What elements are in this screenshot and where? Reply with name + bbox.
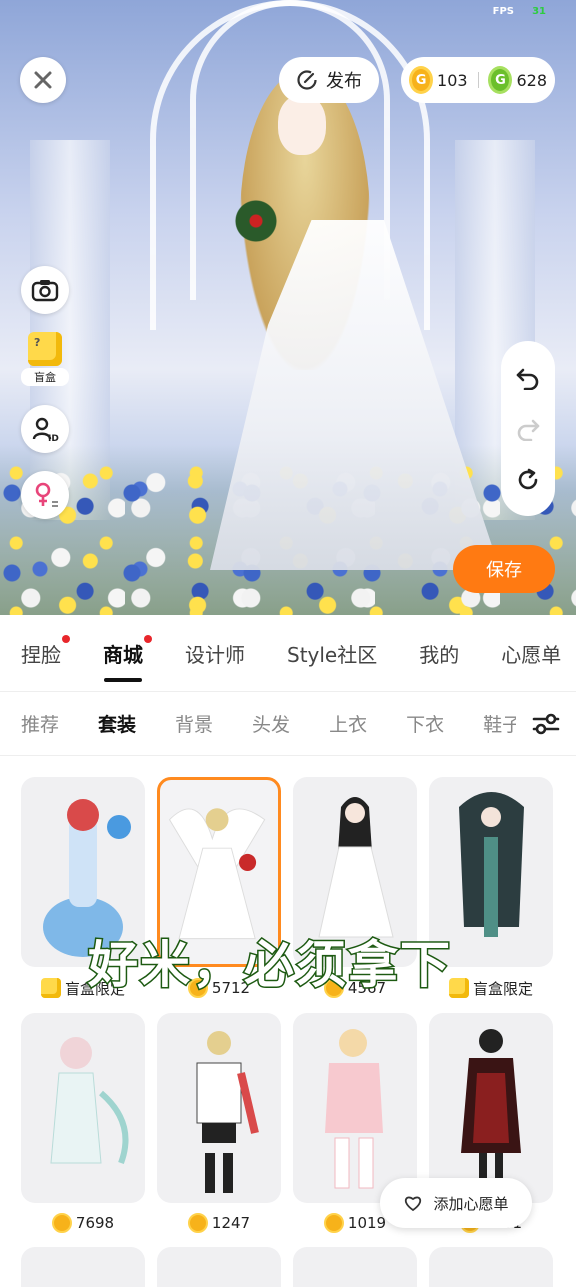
character-bouquet [235, 200, 277, 242]
tab-style-community[interactable]: Style社区 [266, 639, 398, 668]
gold-coin-count: 103 [437, 70, 468, 90]
avatar-character[interactable] [150, 70, 500, 590]
close-button[interactable] [20, 57, 66, 103]
filter-button[interactable] [516, 692, 576, 755]
outfit-thumbnail [325, 1029, 383, 1189]
category-top[interactable]: 上衣 [308, 710, 385, 737]
outfit-thumbnail [461, 1029, 521, 1193]
gold-coin-icon [51, 1213, 72, 1233]
save-button[interactable]: 保存 [453, 545, 555, 593]
character-face [278, 95, 326, 155]
fps-value: 31 [532, 6, 546, 17]
tab-shop[interactable]: 商城 [82, 634, 164, 682]
blindbox-label: 盲盒 [21, 368, 69, 386]
tab-designer[interactable]: 设计师 [164, 639, 266, 668]
reset-icon[interactable] [515, 467, 541, 493]
id-card-icon: ID [32, 417, 59, 443]
green-coin-count: 628 [516, 70, 547, 90]
category-background[interactable]: 背景 [154, 710, 231, 737]
category-hair[interactable]: 头发 [231, 710, 308, 737]
tab-wishlist[interactable]: 心愿单 [480, 639, 576, 668]
outfit-card[interactable] [21, 1247, 145, 1287]
outfit-card[interactable] [293, 1247, 417, 1287]
gender-button[interactable] [21, 471, 69, 519]
tab-face[interactable]: 捏脸 [0, 634, 82, 668]
outfit-card[interactable] [293, 1013, 417, 1203]
item-price: 7698 [21, 1210, 145, 1236]
blindbox-button[interactable]: ? 盲盒 [21, 332, 69, 388]
camera-icon [31, 280, 59, 302]
gold-coin-icon: G [409, 66, 434, 94]
outfit-thumbnail [50, 1037, 129, 1165]
currency-display[interactable]: G 103 G 628 [401, 57, 555, 103]
item-price: 1247 [157, 1210, 281, 1236]
category-bottom[interactable]: 下衣 [385, 710, 462, 737]
history-controls [501, 341, 555, 516]
active-tab-indicator [104, 677, 142, 682]
fps-label: FPS [492, 6, 514, 17]
publish-icon [297, 70, 317, 90]
blindbox-icon: ? [28, 332, 62, 366]
outfit-card[interactable] [21, 1013, 145, 1203]
gold-coin-icon [323, 1213, 344, 1233]
outfit-card[interactable] [157, 1013, 281, 1203]
outfit-card[interactable] [429, 1013, 553, 1203]
publish-button[interactable]: 发布 [279, 57, 379, 103]
undo-icon[interactable] [515, 364, 541, 390]
id-button[interactable]: ID [21, 405, 69, 453]
redo-icon[interactable] [515, 415, 541, 442]
add-to-wishlist-button[interactable]: 添加心愿单 [380, 1178, 532, 1228]
blindbox-icon [40, 978, 61, 998]
camera-button[interactable] [21, 266, 69, 314]
video-caption: 好米，必须拿下 [87, 935, 452, 996]
wishlist-label: 添加心愿单 [433, 1194, 509, 1213]
outfit-thumbnail [196, 1031, 259, 1193]
category-recommend[interactable]: 推荐 [0, 710, 77, 737]
notification-dot [62, 634, 70, 643]
close-icon [34, 71, 52, 89]
svg-text:ID: ID [48, 434, 59, 443]
green-coin-icon: G [488, 66, 513, 94]
main-tab-bar: 捏脸 商城 设计师 Style社区 我的 心愿单 [0, 615, 576, 692]
category-tab-bar: 推荐 套装 背景 头发 上衣 下衣 鞋子 [0, 692, 576, 756]
publish-label: 发布 [326, 71, 362, 92]
category-outfit[interactable]: 套装 [77, 710, 154, 737]
tab-mine[interactable]: 我的 [398, 639, 480, 668]
outfit-card[interactable] [157, 1247, 281, 1287]
heart-icon [405, 1196, 422, 1212]
notification-dot [144, 634, 152, 643]
gender-icon [35, 482, 58, 507]
currency-divider [477, 72, 479, 88]
gold-coin-icon [187, 1213, 208, 1233]
outfit-card[interactable] [429, 1247, 553, 1287]
filter-icon [532, 713, 560, 735]
